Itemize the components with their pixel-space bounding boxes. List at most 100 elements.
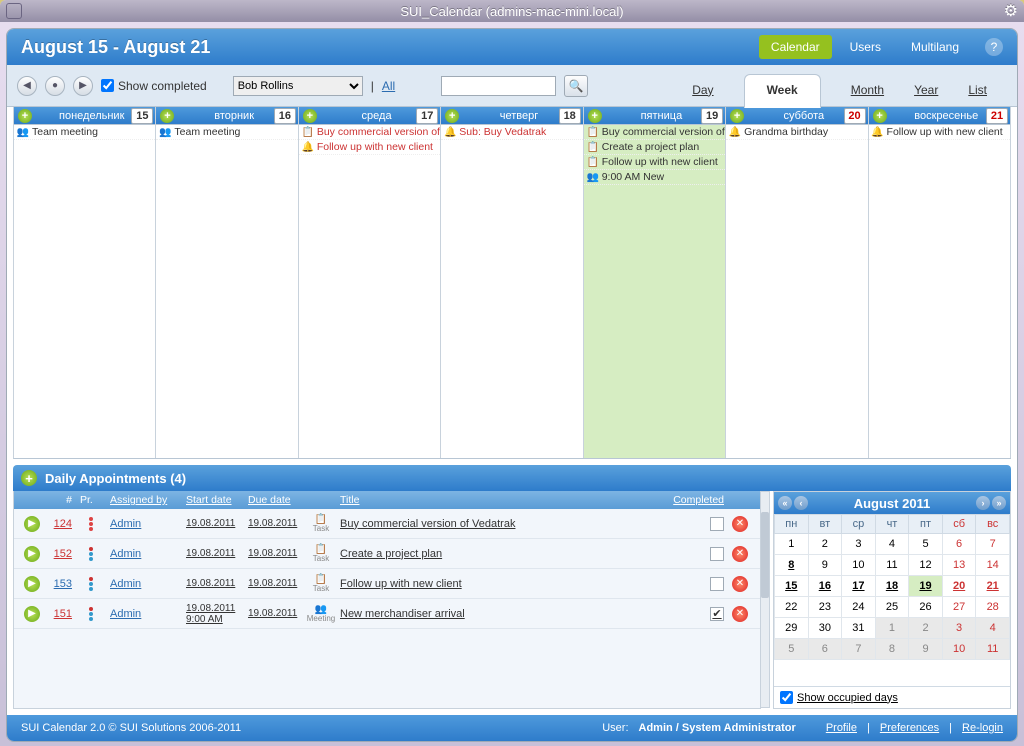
delete-row-button[interactable]: ✕ xyxy=(732,606,748,622)
show-completed-checkbox[interactable]: Show completed xyxy=(101,79,207,93)
appointment-row[interactable]: ▶ 124 Admin 19.08.2011 19.08.2011 📋Task … xyxy=(14,509,760,539)
day-body[interactable]: 📋Buy commercial version of📋Create a proj… xyxy=(584,125,725,458)
minical-prev-month[interactable]: ‹ xyxy=(794,496,808,510)
minical-day[interactable]: 1 xyxy=(875,618,909,639)
minical-day[interactable]: 21 xyxy=(976,576,1010,597)
day-number[interactable]: 19 xyxy=(701,108,723,124)
day-number[interactable]: 16 xyxy=(274,108,296,124)
minical-day[interactable]: 26 xyxy=(909,597,943,618)
minical-day[interactable]: 7 xyxy=(842,639,876,660)
add-event-button[interactable]: + xyxy=(160,109,174,123)
minical-day[interactable]: 18 xyxy=(875,576,909,597)
minical-day[interactable]: 5 xyxy=(909,534,943,555)
minical-day[interactable]: 27 xyxy=(942,597,976,618)
day-body[interactable]: 📋Buy commercial version of🔔Follow up wit… xyxy=(299,125,440,458)
minical-day[interactable]: 28 xyxy=(976,597,1010,618)
minical-day[interactable]: 4 xyxy=(976,618,1010,639)
appointment-row[interactable]: ▶ 153 Admin 19.08.2011 19.08.2011 📋Task … xyxy=(14,569,760,599)
completed-checkbox[interactable] xyxy=(710,547,724,561)
tab-users[interactable]: Users xyxy=(838,35,893,59)
assigned-by-link[interactable]: Admin xyxy=(110,518,141,530)
minical-day[interactable]: 10 xyxy=(842,555,876,576)
row-number-link[interactable]: 124 xyxy=(54,518,72,530)
day-number[interactable]: 21 xyxy=(986,108,1008,124)
completed-checkbox[interactable] xyxy=(710,577,724,591)
add-appointment-button[interactable]: + xyxy=(21,470,37,486)
calendar-event[interactable]: 🔔Sub: Buy Vedatrak xyxy=(441,125,582,140)
footer-preferences-link[interactable]: Preferences xyxy=(880,722,939,734)
view-month[interactable]: Month xyxy=(851,83,884,107)
open-row-button[interactable]: ▶ xyxy=(24,546,40,562)
minical-day[interactable]: 10 xyxy=(942,639,976,660)
day-number[interactable]: 15 xyxy=(131,108,153,124)
nav-today-button[interactable]: ● xyxy=(45,76,65,96)
delete-row-button[interactable]: ✕ xyxy=(732,546,748,562)
tab-calendar[interactable]: Calendar xyxy=(759,35,832,59)
search-button[interactable]: 🔍 xyxy=(564,75,588,97)
minical-day[interactable]: 14 xyxy=(976,555,1010,576)
minical-day[interactable]: 6 xyxy=(808,639,842,660)
appointment-row[interactable]: ▶ 151 Admin 19.08.20119:00 AM 19.08.2011… xyxy=(14,599,760,629)
open-row-button[interactable]: ▶ xyxy=(24,516,40,532)
calendar-event[interactable]: 📋Buy commercial version of xyxy=(299,125,440,140)
minical-day[interactable]: 5 xyxy=(775,639,809,660)
minical-day[interactable]: 16 xyxy=(808,576,842,597)
all-users-link[interactable]: All xyxy=(382,79,395,93)
row-number-link[interactable]: 151 xyxy=(54,608,72,620)
add-event-button[interactable]: + xyxy=(445,109,459,123)
appointment-row[interactable]: ▶ 152 Admin 19.08.2011 19.08.2011 📋Task … xyxy=(14,539,760,569)
day-body[interactable]: 👥Team meeting xyxy=(156,125,297,458)
minical-day[interactable]: 3 xyxy=(942,618,976,639)
minical-day[interactable]: 2 xyxy=(909,618,943,639)
calendar-event[interactable]: 📋Create a project plan xyxy=(584,140,725,155)
add-event-button[interactable]: + xyxy=(303,109,317,123)
minical-day[interactable]: 20 xyxy=(942,576,976,597)
footer-relogin-link[interactable]: Re-login xyxy=(962,722,1003,734)
minical-day[interactable]: 25 xyxy=(875,597,909,618)
view-list[interactable]: List xyxy=(968,83,987,107)
day-body[interactable]: 🔔Sub: Buy Vedatrak xyxy=(441,125,582,458)
minical-day[interactable]: 24 xyxy=(842,597,876,618)
completed-checkbox[interactable]: ✔ xyxy=(710,607,724,621)
day-body[interactable]: 👥Team meeting xyxy=(14,125,155,458)
nav-prev-button[interactable]: ◀ xyxy=(17,76,37,96)
minical-day[interactable]: 29 xyxy=(775,618,809,639)
minical-day[interactable]: 2 xyxy=(808,534,842,555)
calendar-event[interactable]: 👥Team meeting xyxy=(156,125,297,140)
open-row-button[interactable]: ▶ xyxy=(24,606,40,622)
day-number[interactable]: 17 xyxy=(416,108,438,124)
day-body[interactable]: 🔔Grandma birthday xyxy=(726,125,867,458)
minical-day[interactable]: 11 xyxy=(976,639,1010,660)
view-year[interactable]: Year xyxy=(914,83,938,107)
row-number-link[interactable]: 152 xyxy=(54,548,72,560)
minical-day[interactable]: 6 xyxy=(942,534,976,555)
row-number-link[interactable]: 153 xyxy=(54,578,72,590)
minical-day[interactable]: 15 xyxy=(775,576,809,597)
window-control-icon[interactable] xyxy=(6,3,22,19)
add-event-button[interactable]: + xyxy=(873,109,887,123)
day-number[interactable]: 20 xyxy=(844,108,866,124)
minical-day[interactable]: 4 xyxy=(875,534,909,555)
add-event-button[interactable]: + xyxy=(18,109,32,123)
minical-prev-year[interactable]: « xyxy=(778,496,792,510)
minical-day[interactable]: 9 xyxy=(808,555,842,576)
scrollbar[interactable] xyxy=(760,491,770,708)
day-number[interactable]: 18 xyxy=(559,108,581,124)
minical-day[interactable]: 22 xyxy=(775,597,809,618)
minical-day[interactable]: 7 xyxy=(976,534,1010,555)
minical-day[interactable]: 23 xyxy=(808,597,842,618)
add-event-button[interactable]: + xyxy=(588,109,602,123)
user-select[interactable]: Bob Rollins xyxy=(233,76,363,96)
view-day[interactable]: Day xyxy=(692,83,713,107)
gear-icon[interactable]: ⚙ xyxy=(1004,1,1018,21)
assigned-by-link[interactable]: Admin xyxy=(110,578,141,590)
minical-day[interactable]: 11 xyxy=(875,555,909,576)
minical-day[interactable]: 31 xyxy=(842,618,876,639)
show-occupied-checkbox[interactable]: Show occupied days xyxy=(774,686,1010,708)
nav-next-button[interactable]: ▶ xyxy=(73,76,93,96)
search-input[interactable] xyxy=(441,76,556,96)
assigned-by-link[interactable]: Admin xyxy=(110,548,141,560)
minical-day[interactable]: 3 xyxy=(842,534,876,555)
minical-next-month[interactable]: › xyxy=(976,496,990,510)
delete-row-button[interactable]: ✕ xyxy=(732,576,748,592)
